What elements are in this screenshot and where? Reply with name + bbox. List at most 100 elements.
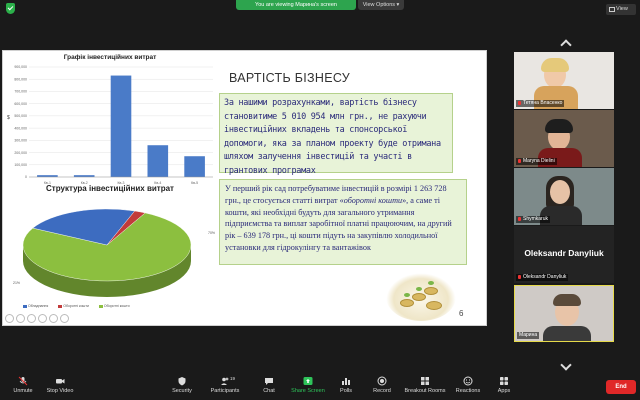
participant-tile[interactable]: Shymkaruk — [514, 168, 614, 225]
legend-swatch — [98, 304, 103, 308]
scroll-down-icon[interactable] — [560, 362, 572, 370]
end-meeting-button[interactable]: End — [606, 380, 636, 394]
participants-button[interactable]: Participants 19 — [208, 376, 242, 400]
muted-mic-icon — [518, 100, 521, 105]
investment-text: У перший рік сад потребуватиме інвестиці… — [219, 179, 467, 265]
y-tick-label: 800,000 — [14, 77, 27, 81]
participant-hair — [553, 294, 581, 306]
polls-chart-icon — [342, 378, 350, 385]
share-screen-button[interactable]: Share Screen — [290, 376, 326, 400]
view-options-button[interactable]: View Options ▾ — [358, 0, 404, 10]
pie-chart-title: Структура інвестиційних витрат — [46, 184, 174, 193]
sprout — [404, 293, 410, 297]
participant-name: Марина — [517, 332, 540, 339]
polls-label: Polls — [340, 388, 352, 394]
chat-label: Chat — [263, 388, 275, 394]
participant-hair — [545, 119, 573, 133]
participant-tile-active[interactable]: Марина — [514, 285, 614, 342]
bar-4 — [147, 145, 169, 177]
pen-icon[interactable] — [27, 314, 36, 323]
legend-item: Обладнання — [23, 304, 48, 312]
participant-big-name: Oleksandr Danyliuk — [524, 248, 604, 258]
more-icon[interactable] — [60, 314, 69, 323]
unmute-label: Unmute — [13, 388, 33, 394]
grid-icon — [609, 7, 615, 12]
y-tick-label: 300,000 — [14, 139, 27, 143]
next-slide-icon[interactable] — [16, 314, 25, 323]
top-bar: You are viewing Марина's screen View Opt… — [0, 0, 640, 16]
security-shield-icon — [178, 377, 186, 386]
y-tick-label: 400,000 — [14, 126, 27, 130]
share-screen-label: Share Screen — [291, 388, 325, 394]
investment-text-body: У перший рік сад потребуватиме інвестиці… — [225, 184, 452, 252]
breakout-rooms-label: Breakout Rooms — [404, 388, 446, 394]
sprout — [416, 287, 422, 291]
participant-tile[interactable]: Oleksandr Danyliuk Oleksandr Danyliuk — [514, 226, 614, 283]
mic-muted-icon — [18, 376, 28, 386]
pie-legend: Обладнання Оборотні кошти Оборотні кошти — [23, 304, 203, 312]
participant-tile[interactable]: Тетяна Власенко — [514, 52, 614, 109]
y-tick-label: 500,000 — [14, 114, 27, 118]
bar-chart-title: Графік інвестиційних витрат — [63, 54, 157, 61]
legend-item: Оборотні кошти — [98, 304, 130, 312]
participant-name: Oleksandr Danyliuk — [516, 274, 569, 281]
bar-chart-svg: 900,000 800,000 700,000 600,000 500,000 400,0… — [7, 65, 213, 185]
breakout-rooms-button[interactable]: Breakout Rooms — [404, 376, 446, 400]
slide-tools — [5, 314, 105, 325]
muted-mic-icon — [518, 274, 521, 279]
legend-swatch — [23, 304, 27, 308]
italic-term: оборотні кошти — [343, 195, 403, 205]
share-screen-icon — [303, 377, 313, 385]
participant-face — [550, 180, 570, 204]
participant-hair — [541, 58, 569, 72]
chat-button[interactable]: Chat — [258, 376, 280, 400]
apps-button[interactable]: Apps — [494, 376, 514, 400]
apps-grid-icon — [500, 377, 508, 385]
slide-number: 6 — [459, 309, 464, 318]
bar-3 — [110, 75, 132, 177]
record-icon — [377, 376, 387, 386]
stop-video-label: Stop Video — [46, 388, 74, 394]
scroll-up-icon[interactable] — [560, 38, 572, 46]
stop-video-button[interactable]: Stop Video — [44, 376, 76, 400]
view-button-label: View — [616, 6, 628, 12]
meeting-toolbar: Unmute Stop Video Security Participants … — [0, 374, 640, 400]
participants-count: 19 — [230, 376, 236, 381]
y-tick-label: 900,000 — [14, 65, 27, 69]
reactions-label: Reactions — [455, 388, 481, 394]
slides-icon[interactable] — [49, 314, 58, 323]
pie-chart-svg — [22, 208, 192, 297]
video-camera-icon — [56, 379, 65, 384]
security-button[interactable]: Security — [170, 376, 194, 400]
breakout-rooms-icon — [421, 377, 429, 385]
legend-item: Оборотні кошти — [58, 304, 89, 312]
chat-bubble-icon — [265, 378, 273, 385]
participant-tile[interactable]: Maryna Dielini — [514, 110, 614, 167]
coin — [400, 299, 414, 307]
polls-button[interactable]: Polls — [336, 376, 356, 400]
prev-slide-icon[interactable] — [5, 314, 14, 323]
bar-5 — [184, 156, 205, 177]
reactions-button[interactable]: Reactions — [454, 376, 482, 400]
smiley-icon — [463, 376, 473, 386]
zoom-icon[interactable] — [38, 314, 47, 323]
coin — [412, 293, 426, 301]
coin — [426, 301, 442, 310]
view-button[interactable]: View — [606, 4, 636, 15]
y-tick-label: 600,000 — [14, 102, 27, 106]
coin — [424, 287, 438, 295]
business-value-text: За нашими розрахунками, вартість бізнесу… — [219, 93, 453, 176]
shared-slide: Графік інвестиційних витрат 900,000 800,0… — [2, 50, 487, 326]
legend-swatch — [58, 304, 63, 308]
unmute-button[interactable]: Unmute — [8, 376, 38, 400]
investment-pie-chart — [3, 197, 215, 317]
y-tick-label: 200,000 — [14, 151, 27, 155]
security-label: Security — [172, 388, 192, 394]
slide-heading: ВАРТІСТЬ БІЗНЕСУ — [229, 71, 351, 85]
participant-name: Тетяна Власенко — [516, 100, 565, 107]
shield-icon[interactable] — [6, 3, 15, 14]
participant-name: Shymkaruk — [516, 216, 551, 223]
record-button[interactable]: Record — [370, 376, 394, 400]
y-tick-label: 700,000 — [14, 90, 27, 94]
participant-name: Maryna Dielini — [516, 158, 557, 165]
